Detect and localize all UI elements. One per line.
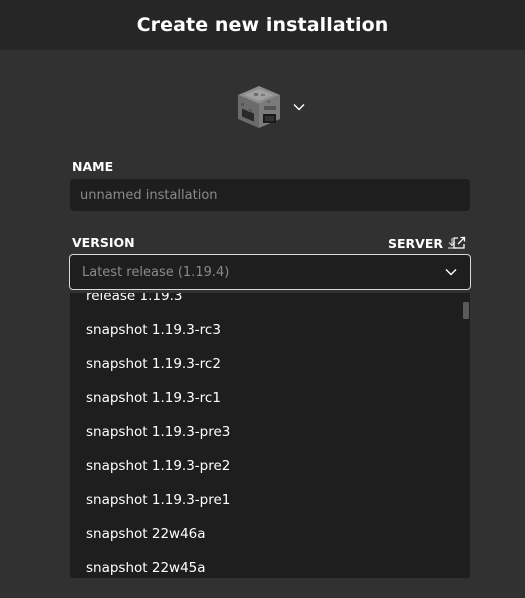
dialog-header: Create new installation	[0, 0, 525, 50]
version-option[interactable]: snapshot 1.19.3-rc2	[70, 347, 462, 381]
version-label: VERSION	[72, 235, 135, 250]
name-input[interactable]	[70, 179, 470, 211]
version-selected-value: Latest release (1.19.4)	[82, 264, 230, 280]
version-select[interactable]: Latest release (1.19.4)	[69, 254, 471, 290]
version-option[interactable]: snapshot 22w46a	[70, 517, 462, 551]
dropdown-scrollbar[interactable]	[462, 293, 470, 578]
version-option[interactable]: snapshot 1.19.3-pre1	[70, 483, 462, 517]
version-options: release 1.19.3 snapshot 1.19.3-rc3 snaps…	[70, 293, 462, 578]
version-option[interactable]: snapshot 1.19.3-pre2	[70, 449, 462, 483]
chevron-down-icon[interactable]	[292, 100, 306, 114]
furnace-icon	[236, 84, 282, 130]
installation-icon-picker[interactable]	[236, 82, 308, 132]
name-label: NAME	[72, 159, 114, 174]
version-option[interactable]: release 1.19.3	[70, 293, 462, 313]
server-label: SERVER	[388, 235, 444, 251]
version-option[interactable]: snapshot 22w45a	[70, 551, 462, 578]
page-title: Create new installation	[136, 14, 389, 36]
version-option[interactable]: snapshot 1.19.3-pre3	[70, 415, 462, 449]
version-option[interactable]: snapshot 1.19.3-rc1	[70, 381, 462, 415]
scrollbar-thumb[interactable]	[463, 302, 469, 319]
server-download-link[interactable]: SERVER	[388, 235, 457, 251]
version-dropdown-list[interactable]: release 1.19.3 snapshot 1.19.3-rc3 snaps…	[70, 293, 470, 578]
version-option[interactable]: snapshot 1.19.3-rc3	[70, 313, 462, 347]
chevron-down-icon	[445, 269, 457, 276]
external-link-icon[interactable]	[452, 236, 466, 250]
